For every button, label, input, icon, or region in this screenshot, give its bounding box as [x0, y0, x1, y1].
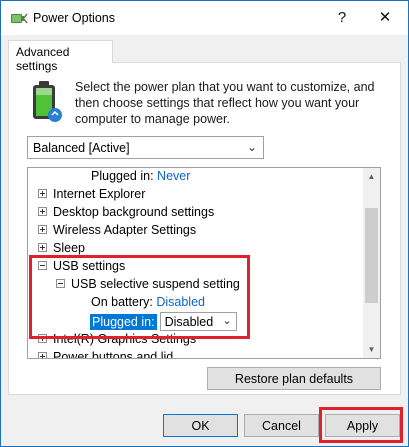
tree-item-label: Wireless Adapter Settings: [53, 223, 197, 237]
description-text: Select the power plan that you want to c…: [75, 80, 375, 126]
power-plan-dropdown[interactable]: Balanced [Active] ⌄: [27, 136, 264, 159]
chevron-down-icon: ⌄: [222, 315, 232, 327]
title-bar[interactable]: Power Options ? ✕: [1, 1, 408, 35]
tree-item-label: USB settings: [53, 259, 126, 273]
plus-box-icon[interactable]: [38, 189, 47, 199]
minus-box-icon[interactable]: [56, 279, 65, 289]
cancel-button[interactable]: Cancel: [244, 414, 319, 437]
apply-button[interactable]: Apply: [325, 414, 400, 437]
scrollbar-thumb[interactable]: [365, 208, 378, 303]
plugged-in-label: Plugged in:: [91, 169, 154, 183]
dialog-client-area: Advanced settings Select the power plan …: [1, 35, 408, 446]
restore-plan-defaults-button[interactable]: Restore plan defaults: [207, 367, 381, 390]
power-plan-value: Balanced [Active]: [33, 141, 130, 155]
chevron-down-icon: ⌄: [246, 140, 257, 154]
ok-button[interactable]: OK: [163, 414, 238, 437]
battery-icon: [33, 81, 62, 122]
window-title: Power Options: [33, 11, 115, 25]
tree-item-label: Power buttons and lid: [53, 350, 174, 359]
vertical-scrollbar[interactable]: ▲ ▼: [363, 168, 380, 358]
tree-item-sleep[interactable]: Sleep: [38, 241, 85, 259]
minus-box-icon[interactable]: [38, 261, 47, 271]
tree-item-usb-settings[interactable]: USB settings: [38, 259, 125, 277]
plus-box-icon[interactable]: [38, 225, 47, 235]
plus-box-icon[interactable]: [38, 334, 47, 344]
power-options-window: Power Options ? ✕ Advanced settings Sele…: [0, 0, 409, 447]
tree-item-label: Internet Explorer: [53, 187, 146, 201]
scroll-up-arrow-icon[interactable]: ▲: [363, 168, 380, 185]
plus-box-icon[interactable]: [38, 243, 47, 253]
tree-item-desktop-background[interactable]: Desktop background settings: [38, 205, 214, 223]
tree-row-on-battery[interactable]: On battery: Disabled: [91, 295, 205, 313]
tree-item-label: Desktop background settings: [53, 205, 215, 219]
settings-tree[interactable]: Plugged in: Never Internet Explorer Desk…: [27, 167, 381, 359]
plugged-in-never-link[interactable]: Never: [157, 169, 190, 183]
close-button[interactable]: ✕: [362, 1, 408, 33]
plus-box-icon[interactable]: [38, 207, 47, 217]
tree-row-plugged-in-never[interactable]: Plugged in: Never: [91, 169, 190, 187]
on-battery-value-link[interactable]: Disabled: [156, 295, 205, 309]
tab-advanced-settings[interactable]: Advanced settings: [8, 40, 113, 73]
tree-item-usb-selective-suspend[interactable]: USB selective suspend setting: [56, 277, 240, 295]
plugged-in-selected-label: Plugged in:: [90, 313, 157, 330]
tree-item-internet-explorer[interactable]: Internet Explorer: [38, 187, 145, 205]
tree-item-power-buttons[interactable]: Power buttons and lid: [38, 350, 174, 359]
scroll-down-arrow-icon[interactable]: ▼: [363, 341, 380, 358]
help-button[interactable]: ?: [319, 1, 365, 33]
tree-row-plugged-in[interactable]: Plugged in: Disabled ⌄: [90, 312, 237, 331]
tree-item-label: USB selective suspend setting: [71, 277, 240, 291]
power-plug-icon: [11, 13, 28, 24]
tree-item-wireless-adapter[interactable]: Wireless Adapter Settings: [38, 223, 196, 241]
tree-item-label: Sleep: [53, 241, 85, 255]
on-battery-label: On battery:: [91, 295, 153, 309]
plus-box-icon[interactable]: [38, 352, 47, 358]
tree-item-intel-graphics[interactable]: Intel(R) Graphics Settings: [38, 332, 196, 350]
plugged-in-dropdown[interactable]: Disabled ⌄: [159, 312, 237, 331]
tree-item-label: Intel(R) Graphics Settings: [53, 332, 197, 346]
plugged-in-dropdown-value: Disabled: [164, 315, 214, 329]
